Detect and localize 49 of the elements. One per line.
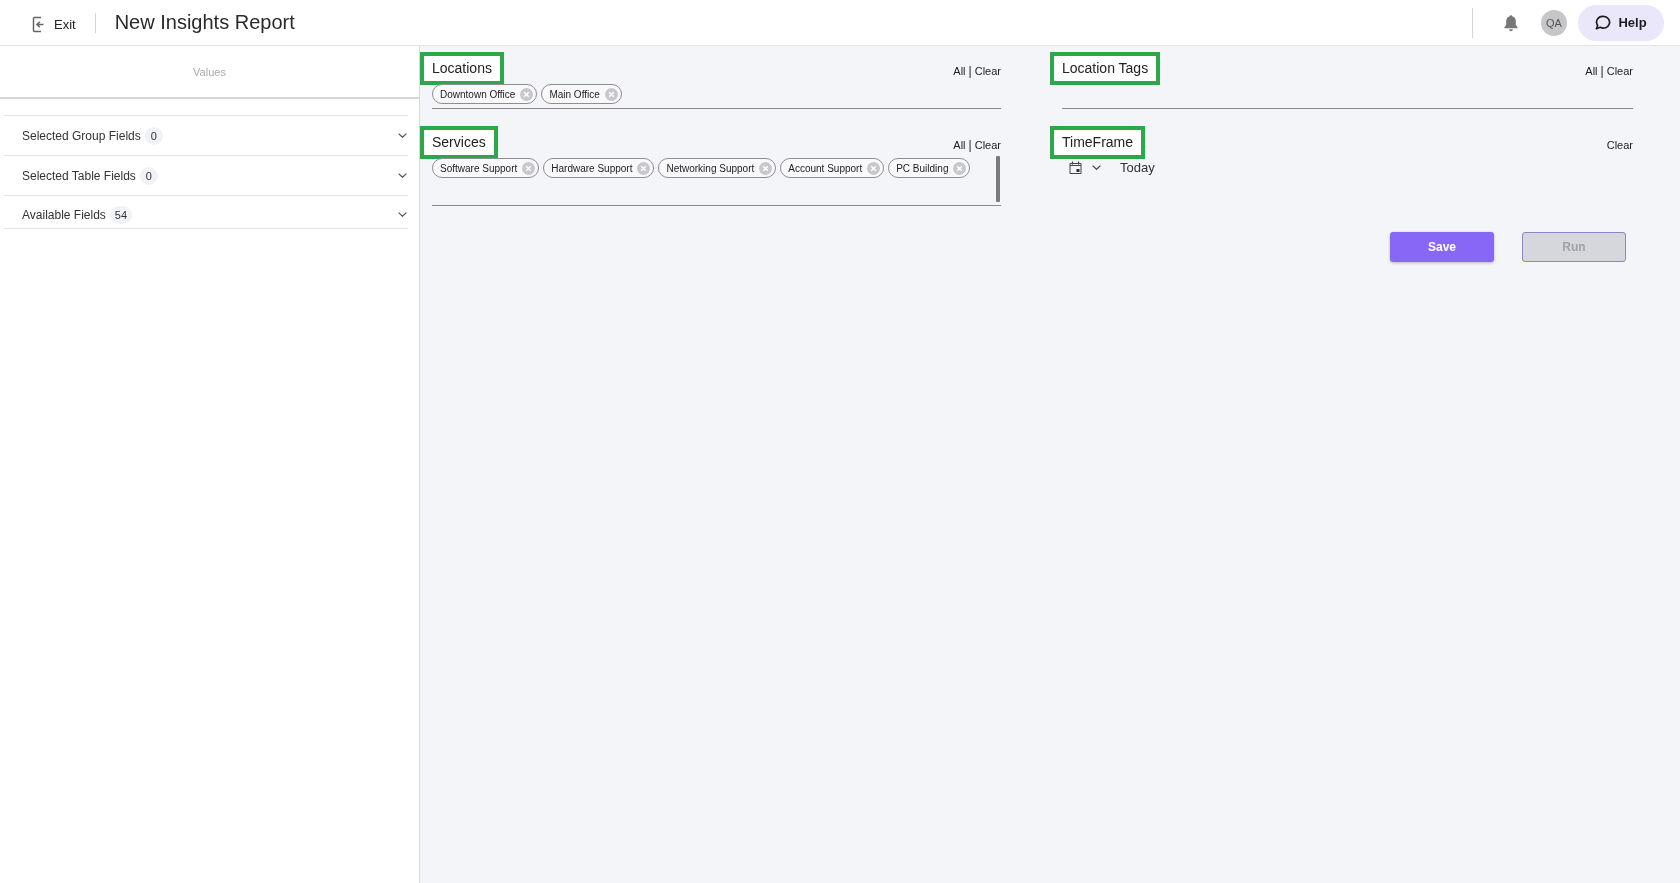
action-link[interactable]: Clear (974, 138, 1001, 151)
accordion-header[interactable]: Available Fields 54 (4, 195, 408, 229)
remove-icon[interactable] (522, 161, 536, 175)
filter-chip[interactable]: PC Building (888, 158, 971, 178)
filter-chip[interactable]: Main Office (541, 84, 622, 104)
user-avatar[interactable]: QA (1541, 9, 1567, 36)
remove-icon[interactable] (604, 87, 618, 101)
remove-icon[interactable] (637, 161, 651, 175)
calendar-icon (1069, 161, 1082, 174)
filter-title: Services (420, 126, 498, 159)
action-separator: | (968, 137, 972, 152)
filter-chip[interactable]: Software Support (432, 158, 540, 178)
field-count: 54 (109, 205, 133, 224)
caret-icon (1092, 165, 1101, 170)
page-title: New Insights Report (114, 11, 295, 34)
action-link[interactable]: Clear (1606, 138, 1633, 151)
filter-title: Location Tags (1050, 52, 1161, 85)
action-link[interactable]: Clear (974, 64, 1001, 77)
filter-chip[interactable]: Downtown Office (432, 84, 538, 104)
filter-title: Locations (420, 52, 504, 85)
action-link[interactable]: All (1585, 64, 1598, 77)
exit-icon (32, 16, 45, 33)
chat-bubble-icon (1595, 14, 1612, 31)
help-button[interactable]: Help (1578, 4, 1664, 41)
save-button[interactable]: Save (1390, 232, 1494, 262)
timeframe-select[interactable]: Today (1069, 160, 1155, 175)
bell-icon[interactable] (1503, 13, 1519, 32)
action-link[interactable]: Clear (1606, 64, 1633, 77)
accordion-header[interactable]: Selected Table Fields 0 (4, 155, 408, 195)
chip-input-field[interactable]: Software Support Hardware Support Networking Support Account Support PC Building (432, 158, 1001, 206)
action-separator: | (1600, 63, 1604, 78)
action-separator: | (968, 63, 972, 78)
filter-chip[interactable]: Hardware Support (543, 158, 655, 178)
panel-header: Values (193, 65, 226, 78)
chip-input-field[interactable]: Downtown Office Main Office (432, 84, 1001, 109)
action-link[interactable]: All (953, 138, 966, 151)
exit-button[interactable]: Exit (32, 16, 76, 33)
remove-icon[interactable] (759, 161, 773, 175)
filter-chip[interactable]: Networking Support (658, 158, 777, 178)
filter-chip[interactable]: Account Support (780, 158, 885, 178)
remove-icon[interactable] (953, 161, 967, 175)
scrollbar-thumb[interactable] (996, 156, 1000, 202)
field-count: 0 (139, 166, 158, 185)
filter-title: TimeFrame (1050, 126, 1146, 159)
accordion-header[interactable]: Selected Group Fields 0 (4, 115, 408, 155)
remove-icon[interactable] (520, 87, 534, 101)
remove-icon[interactable] (867, 161, 881, 175)
action-link[interactable]: All (953, 64, 966, 77)
field-count: 0 (144, 126, 163, 145)
